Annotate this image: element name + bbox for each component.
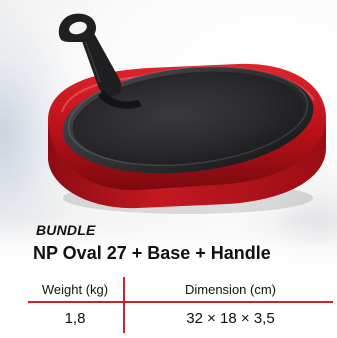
bundle-label: BUNDLE [36,222,96,238]
product-title: NP Oval 27 + Base + Handle [33,243,271,263]
dimension-header: Dimension (cm) [184,282,276,297]
spec-table: Weight (kg) Dimension (cm) 1,8 32 × 18 ×… [28,277,333,333]
weight-value: 1,8 [64,310,86,327]
product-card: BUNDLE NP Oval 27 + Base + Handle Weight… [0,0,337,338]
cast-iron-sizzler-plate-image [48,13,326,214]
table-divider-vertical [123,277,125,333]
table-divider-horizontal [28,301,333,303]
weight-header: Weight (kg) [41,282,109,297]
dimension-value: 32 × 18 × 3,5 [186,310,275,327]
